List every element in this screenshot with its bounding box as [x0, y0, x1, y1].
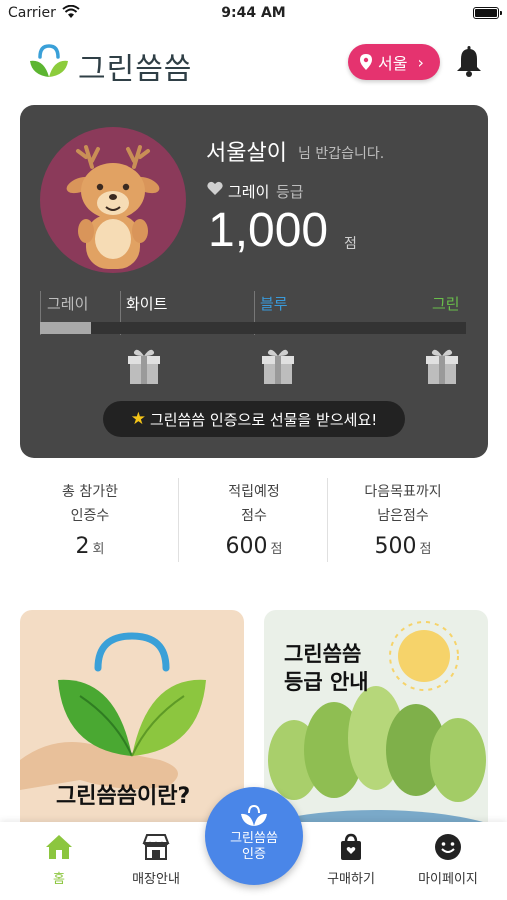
stat-remaining-points: 다음목표까지 남은점수 500 점: [328, 480, 478, 559]
greeting-text: 님 반갑습니다.: [298, 146, 385, 162]
nav-mypage-label: 마이페이지: [418, 872, 478, 887]
nav-store[interactable]: 매장안내: [111, 832, 201, 887]
deer-avatar: [40, 127, 186, 273]
points-value: 1,000: [208, 204, 329, 257]
about-banner[interactable]: 그린씀씀이란?: [20, 610, 244, 840]
gift-icon: [262, 349, 294, 384]
deer-illustration: [66, 145, 160, 269]
grade-progress-track: [40, 322, 466, 334]
stat-label-line1: 다음목표까지: [364, 484, 442, 500]
home-icon: [46, 835, 72, 859]
points-unit: 점: [344, 236, 357, 252]
location-button[interactable]: 서울 ›: [348, 44, 440, 80]
stat-unit: 점: [419, 542, 432, 557]
app-name: 그린씀씀: [78, 52, 193, 87]
grade-guide-banner[interactable]: 그린씀씀 등급 안내: [264, 610, 488, 840]
about-banner-title: 그린씀씀이란?: [56, 784, 191, 809]
fab-label-line1: 그린씀씀: [230, 831, 278, 846]
location-label: 서울: [378, 54, 408, 73]
stat-pending-points: 적립예정 점수 600 점: [179, 480, 329, 559]
stat-label-line1: 적립예정: [228, 484, 280, 500]
grade-guide-title-line1: 그린씀씀: [284, 642, 362, 666]
certify-cta-button[interactable]: ★ 그린씀씀 인증으로 선물을 받으세요!: [103, 401, 405, 437]
nav-store-label: 매장안내: [132, 872, 180, 887]
nav-mypage[interactable]: 마이페이지: [403, 832, 493, 887]
stat-unit: 회: [92, 542, 105, 557]
cta-text: 그린씀씀 인증으로 선물을 받으세요!: [149, 410, 378, 429]
logo-icon: [30, 44, 68, 77]
star-icon: ★: [130, 409, 146, 429]
nav-home[interactable]: 홈: [14, 832, 104, 887]
stat-label-line1: 총 참가한: [62, 484, 118, 500]
grade-progress-fill: [40, 322, 92, 334]
stat-value: 500: [374, 534, 417, 559]
store-icon: [142, 834, 170, 860]
stat-value: 600: [225, 534, 268, 559]
stat-label-line2: 인증수: [70, 508, 110, 524]
level-label-blue: 블루: [260, 295, 288, 313]
level-label-green: 그린: [432, 295, 460, 313]
bell-icon[interactable]: [455, 46, 483, 78]
stat-value: 2: [75, 534, 90, 559]
smiley-icon: [435, 834, 461, 860]
gift-icon: [426, 349, 458, 384]
map-pin-icon: [360, 54, 372, 70]
nav-purchase[interactable]: 구매하기: [306, 832, 396, 887]
chevron-right-icon: ›: [417, 52, 424, 72]
fab-label-line2: 인증: [242, 847, 266, 862]
user-name: 서울살이: [206, 141, 287, 166]
level-label-white: 화이트: [126, 295, 168, 313]
grade-suffix: 등급: [276, 183, 304, 201]
grade-guide-title-line2: 등급 안내: [284, 670, 369, 694]
certify-fab-button[interactable]: 그린씀씀 인증: [205, 787, 303, 885]
gift-icon: [128, 349, 160, 384]
app-header: 그린씀씀 서울 ›: [0, 32, 507, 92]
leaf-bag-icon: [241, 805, 267, 826]
nav-purchase-label: 구매하기: [327, 872, 375, 887]
screen: Carrier 9:44 AM 그린씀씀 서울 › 서울살이 님 반갑습니다. …: [0, 0, 507, 900]
stat-unit: 점: [270, 542, 283, 557]
grade-name: 그레이: [228, 183, 270, 201]
grade-card: 서울살이 님 반갑습니다. 그레이 등급 1,000 점 그레이 화이트 블루 …: [20, 105, 488, 458]
nav-home-label: 홈: [53, 872, 65, 887]
level-label-gray: 그레이: [47, 295, 89, 313]
stat-label-line2: 남은점수: [377, 508, 429, 524]
heart-icon: [207, 181, 223, 195]
battery-icon: [473, 7, 502, 19]
status-bar: Carrier 9:44 AM: [0, 0, 507, 28]
stat-label-line2: 점수: [241, 508, 267, 524]
stat-total-certifications: 총 참가한 인증수 2회: [15, 480, 165, 559]
clock: 9:44 AM: [221, 5, 286, 21]
shopping-bag-icon: [341, 833, 361, 860]
